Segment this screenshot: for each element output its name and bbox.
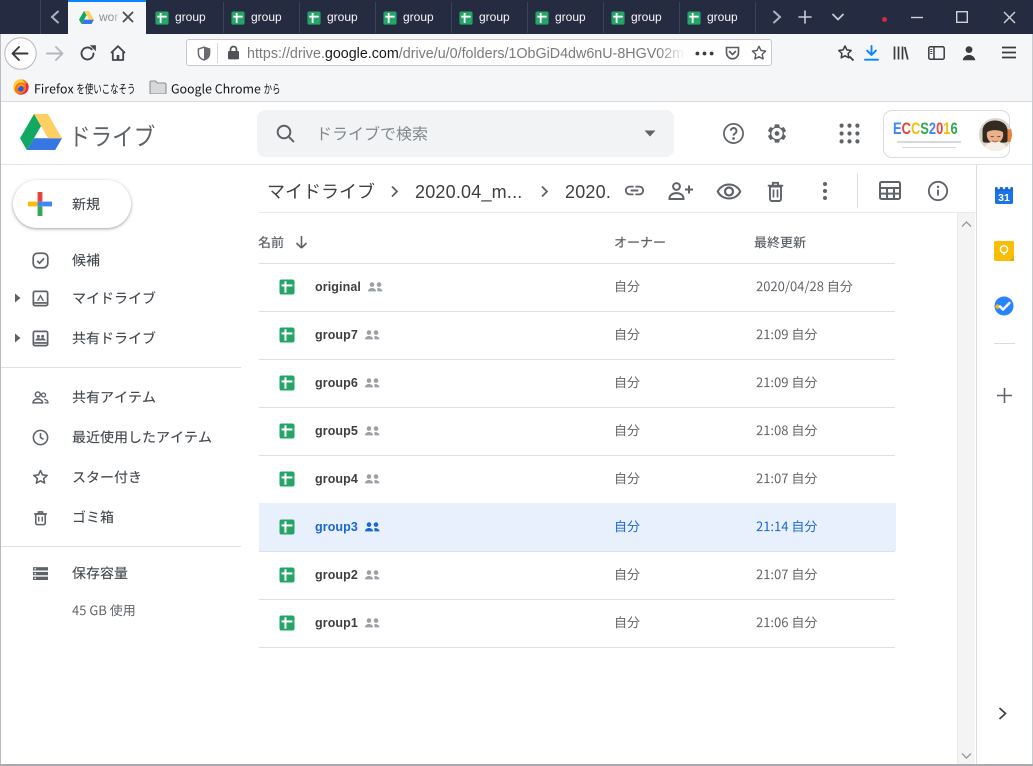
svg-text:31: 31 [998,192,1010,204]
